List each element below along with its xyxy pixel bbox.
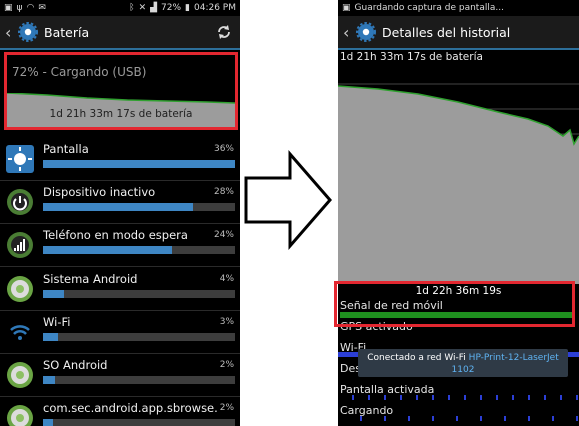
app-percent: 4%	[219, 273, 234, 284]
app-percent: 28%	[213, 187, 234, 198]
app-percent: 36%	[213, 144, 234, 154]
wifi-tooltip: Conectado a red Wi-Fi HP-Print-12-LaserJ…	[358, 349, 568, 377]
battery-duration: 1d 21h 33m 17s de batería	[49, 108, 193, 120]
settings-gear-icon[interactable]	[18, 22, 38, 42]
app-usage-item[interactable]: Pantalla 36%	[0, 138, 240, 181]
action-bar: ‹ Batería	[0, 16, 240, 50]
battery-icon: ▮	[185, 3, 190, 13]
app-name: Teléfono en modo espera	[43, 228, 188, 243]
app-name: Sistema Android	[43, 271, 138, 286]
wifi-icon	[5, 317, 35, 347]
usage-bar	[43, 246, 235, 255]
usage-bar-fill	[43, 246, 172, 255]
status-bar: ▣ Guardando captura de pantalla...	[338, 0, 579, 16]
app-percent: 2%	[219, 360, 234, 370]
android-icon	[5, 403, 35, 426]
signal-strength-icon: ▟	[150, 3, 158, 13]
usage-bar-fill	[43, 332, 59, 341]
android-debug-icon: ✉	[38, 3, 46, 13]
app-percent: 3%	[219, 316, 234, 327]
selected-time: 1d 22h 36m 19s	[415, 285, 502, 297]
app-usage-item[interactable]: SO Android 2%	[0, 354, 240, 397]
page-title: Detalles del historial	[382, 24, 511, 40]
app-percent: 2%	[219, 403, 234, 414]
usage-bar-fill	[43, 160, 235, 168]
usage-bar	[43, 203, 235, 212]
brightness-icon	[5, 144, 35, 174]
app-usage-item[interactable]: Sistema Android 4%	[0, 268, 240, 311]
usage-bar	[43, 160, 235, 168]
usb-icon: ψ	[16, 3, 23, 13]
app-name: Dispositivo inactivo	[43, 185, 156, 200]
history-details-screen: ▣ Guardando captura de pantalla... ‹ Det…	[338, 0, 579, 426]
battery-duration: 1d 21h 33m 17s de batería	[340, 51, 483, 63]
app-usage-item[interactable]: Teléfono en modo espera 24%	[0, 224, 240, 268]
app-name: Wi-Fi	[43, 314, 71, 329]
mute-icon: ✕	[138, 3, 147, 13]
right-arrow-icon	[244, 150, 332, 250]
screen-on-track	[338, 395, 579, 400]
usage-bar-fill	[43, 376, 55, 384]
app-percent: 24%	[213, 230, 234, 241]
settings-gear-icon[interactable]	[356, 22, 376, 42]
back-chevron-icon[interactable]: ‹	[5, 23, 15, 42]
battery-level: 72%	[161, 3, 182, 13]
app-name: Pantalla	[43, 142, 89, 156]
battery-screen: ▣ ψ ◠ ✉ ᛒ ✕ ▟ 72% ▮ 04:26 PM ‹ Batería 7…	[0, 0, 240, 426]
usage-bar-fill	[43, 203, 193, 212]
battery-summary[interactable]: 72% - Cargando (USB) 1d 21h 33m 17s de b…	[4, 52, 238, 130]
android-icon	[5, 360, 35, 390]
usage-bar-fill	[43, 289, 65, 298]
usage-bar	[43, 289, 235, 298]
app-usage-item[interactable]: com.sec.android.app.sbrowse. 2%	[0, 397, 240, 426]
screenshot-icon: ▣	[342, 3, 351, 13]
action-bar: ‹ Detalles del historial	[338, 16, 579, 50]
image-notification-icon: ▣	[4, 3, 13, 13]
signal-icon	[5, 230, 35, 260]
app-usage-item[interactable]: Wi-Fi 3%	[0, 311, 240, 354]
wifi-status-icon: ◠	[26, 3, 35, 13]
status-bar: ▣ ψ ◠ ✉ ᛒ ✕ ▟ 72% ▮ 04:26 PM	[0, 0, 240, 16]
page-title: Batería	[44, 24, 90, 40]
charging-status: 72% - Cargando (USB)	[12, 65, 147, 79]
charging-track	[338, 416, 579, 421]
refresh-icon[interactable]	[216, 24, 232, 40]
battery-history-graph	[338, 83, 579, 284]
android-icon	[5, 274, 35, 304]
usage-bar	[43, 376, 235, 384]
usage-bar	[43, 419, 235, 426]
clock: 04:26 PM	[194, 3, 236, 13]
usage-bar	[43, 332, 235, 341]
app-name: SO Android	[43, 358, 108, 372]
back-chevron-icon[interactable]: ‹	[343, 23, 353, 42]
notification-text: Guardando captura de pantalla...	[354, 3, 504, 13]
app-usage-item[interactable]: Dispositivo inactivo 28%	[0, 181, 240, 225]
power-icon	[5, 187, 35, 217]
bluetooth-icon: ᛒ	[129, 3, 135, 13]
usage-bar-fill	[43, 419, 53, 426]
app-name: com.sec.android.app.sbrowse.	[43, 401, 218, 416]
